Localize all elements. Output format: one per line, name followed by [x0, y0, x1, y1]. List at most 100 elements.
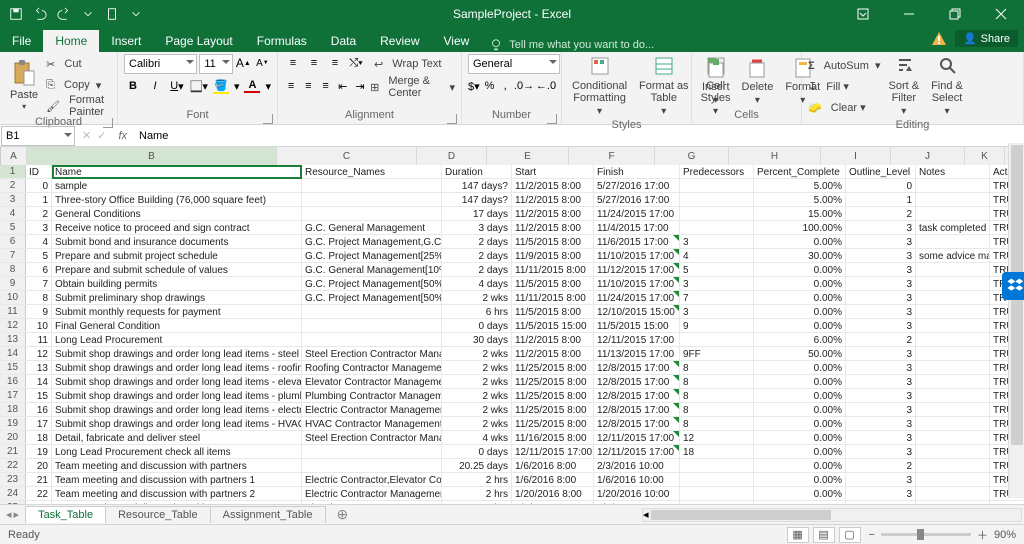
cell[interactable]: Long Lead Procurement check all items	[52, 445, 302, 459]
cell[interactable]: Team meeting and discussion with partner…	[52, 459, 302, 473]
cell[interactable]: G.C. Project Management[50%],G.C	[302, 277, 442, 291]
cell[interactable]: 11/6/2015 17:00	[594, 235, 680, 249]
cell[interactable]	[302, 179, 442, 193]
cell[interactable]: 18	[680, 445, 754, 459]
cell[interactable]: General Conditions	[52, 207, 302, 221]
cell[interactable]: 9FF	[680, 347, 754, 361]
find-select-button[interactable]: Find & Select▾	[927, 54, 967, 119]
cell[interactable]: Notes	[916, 165, 990, 179]
cell[interactable]: 1/6/2016 10:00	[594, 473, 680, 487]
zoom-control[interactable]: − ＋ 90%	[869, 527, 1016, 543]
cell[interactable]: 16	[26, 403, 52, 417]
cell[interactable]	[680, 193, 754, 207]
cell[interactable]: 11/5/2015 8:00	[512, 305, 594, 319]
format-painter-button[interactable]: 🖌 Format Painter	[46, 96, 111, 116]
tell-me-search[interactable]: Tell me what you want to do...	[489, 38, 654, 52]
cell[interactable]: 1/20/2016 10:00	[594, 487, 680, 501]
cell[interactable]: 8	[680, 361, 754, 375]
name-box[interactable]: B1	[1, 126, 75, 146]
cell[interactable]: 11/9/2015 8:00	[512, 249, 594, 263]
row-header[interactable]: 22	[0, 459, 26, 472]
shrink-font-icon[interactable]: A▼	[254, 54, 271, 72]
cell[interactable]: 0.00%	[754, 445, 846, 459]
cell[interactable]: 18	[26, 431, 52, 445]
page-layout-view-icon[interactable]: ▤	[813, 527, 835, 543]
cell[interactable]: 3	[846, 235, 916, 249]
cell[interactable]: 12	[26, 347, 52, 361]
cut-button[interactable]: ✂ Cut	[46, 54, 111, 74]
cell[interactable]: 2 days	[442, 235, 512, 249]
row-header[interactable]: 11	[0, 305, 26, 318]
cell[interactable]: 2 wks	[442, 291, 512, 305]
cell[interactable]: TRUE	[990, 501, 1024, 504]
italic-icon[interactable]: I	[146, 77, 164, 95]
cell[interactable]: 23	[26, 501, 52, 504]
cell[interactable]	[916, 235, 990, 249]
fx-icon[interactable]: fx	[112, 130, 133, 142]
format-as-table-button[interactable]: Format as Table▾	[635, 54, 693, 119]
cell[interactable]: 8	[680, 417, 754, 431]
cell[interactable]: Electric Contractor Management	[302, 403, 442, 417]
cell[interactable]: 0.00%	[754, 375, 846, 389]
cell[interactable]: 12	[680, 431, 754, 445]
cell[interactable]: 2	[846, 459, 916, 473]
cell[interactable]: Team meeting and discussion with partner…	[52, 487, 302, 501]
cancel-formula-icon[interactable]: ✕	[82, 129, 91, 142]
cell[interactable]: 2 wks	[442, 389, 512, 403]
cell[interactable]: 12/8/2015 17:00	[594, 361, 680, 375]
cell[interactable]	[680, 459, 754, 473]
cell[interactable]: 3	[846, 501, 916, 504]
paste-button[interactable]: Paste ▾	[6, 57, 42, 114]
cell[interactable]	[302, 319, 442, 333]
save-icon[interactable]	[6, 4, 26, 24]
cell[interactable]: 12/11/2015 17:00	[594, 445, 680, 459]
cell[interactable]: 3	[846, 319, 916, 333]
cell[interactable]	[916, 375, 990, 389]
cell[interactable]: Submit shop drawings and order long lead…	[52, 361, 302, 375]
cell[interactable]: 1/20/2016 8:00	[512, 487, 594, 501]
row-header[interactable]: 20	[0, 431, 26, 444]
cell[interactable]	[916, 487, 990, 501]
minimize-icon[interactable]	[886, 0, 932, 28]
align-top-icon[interactable]: ≡	[284, 54, 302, 72]
cell[interactable]: G.C. Project Management[50%],G.C	[302, 291, 442, 305]
cell[interactable]: 6.00%	[754, 333, 846, 347]
cell[interactable]	[916, 403, 990, 417]
cell[interactable]: 2 hrs	[442, 501, 512, 504]
cell[interactable]	[916, 319, 990, 333]
cell[interactable]: 1	[26, 193, 52, 207]
cell[interactable]: 3	[846, 473, 916, 487]
cell[interactable]: 7	[26, 277, 52, 291]
cell[interactable]	[302, 459, 442, 473]
row-header[interactable]: 1	[0, 165, 26, 178]
cell[interactable]: Percent_Complete	[754, 165, 846, 179]
share-button[interactable]: 👤Share	[955, 30, 1018, 47]
cell[interactable]: 6	[26, 263, 52, 277]
cell[interactable]: ID	[26, 165, 52, 179]
clipboard-dialog-icon[interactable]	[103, 118, 113, 128]
font-color-icon[interactable]: A	[243, 77, 261, 95]
delete-cells-button[interactable]: Delete▾	[738, 55, 778, 108]
column-header[interactable]: A	[1, 147, 27, 165]
warning-icon[interactable]	[931, 31, 947, 47]
cell[interactable]: 12/11/2015 17:00	[594, 333, 680, 347]
column-header[interactable]: I	[821, 147, 891, 165]
cell[interactable]: 11/24/2015 17:00	[594, 291, 680, 305]
row-header[interactable]: 6	[0, 235, 26, 248]
cell[interactable]: Final General Condition	[52, 319, 302, 333]
fill-button[interactable]: ↧ Fill▾	[808, 77, 881, 97]
cell[interactable]: 9	[26, 305, 52, 319]
cell[interactable]	[302, 333, 442, 347]
cell[interactable]: Obtain building permits	[52, 277, 302, 291]
worksheet-grid[interactable]: ABCDEFGHIJKL 1IDNameResource_NamesDurati…	[0, 147, 1024, 504]
cell[interactable]: 1	[846, 193, 916, 207]
cell[interactable]: Submit shop drawings and order long lead…	[52, 417, 302, 431]
cell[interactable]	[916, 333, 990, 347]
cell[interactable]: Team meeting and discussion with partner…	[52, 473, 302, 487]
cell[interactable]: 11/25/2015 8:00	[512, 361, 594, 375]
sheet-nav[interactable]: ◂▸	[0, 508, 25, 521]
dec-indent-icon[interactable]: ⇤	[336, 77, 350, 95]
autosum-button[interactable]: Σ AutoSum ▾	[808, 56, 881, 76]
cell[interactable]: 5.00%	[754, 179, 846, 193]
column-header[interactable]: E	[487, 147, 569, 165]
